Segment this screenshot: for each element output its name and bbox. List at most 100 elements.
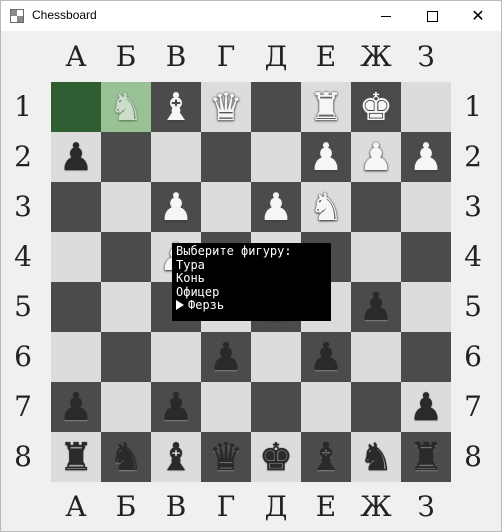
- square[interactable]: ♜: [301, 82, 351, 132]
- square[interactable]: [401, 332, 451, 382]
- square[interactable]: ♚: [351, 82, 401, 132]
- square[interactable]: [401, 232, 451, 282]
- black-rook-icon[interactable]: ♜: [409, 438, 443, 476]
- file-label-bottom: А: [65, 490, 87, 523]
- square[interactable]: [251, 332, 301, 382]
- square[interactable]: ♛: [201, 432, 251, 482]
- square[interactable]: [51, 232, 101, 282]
- rank-label-left: 7: [14, 390, 32, 423]
- square[interactable]: ♟: [301, 332, 351, 382]
- black-rook-icon[interactable]: ♜: [59, 438, 93, 476]
- square[interactable]: ♞: [101, 82, 151, 132]
- promotion-option-label: Ферзь: [188, 298, 225, 312]
- square[interactable]: [351, 332, 401, 382]
- black-pawn-icon[interactable]: ♟: [359, 288, 393, 326]
- square[interactable]: ♟: [151, 382, 201, 432]
- square[interactable]: [201, 182, 251, 232]
- square[interactable]: ♚: [251, 432, 301, 482]
- square[interactable]: ♟: [401, 382, 451, 432]
- square[interactable]: [351, 232, 401, 282]
- black-bishop-icon[interactable]: ♝: [309, 438, 343, 476]
- square[interactable]: [101, 132, 151, 182]
- square[interactable]: [101, 282, 151, 332]
- square[interactable]: [101, 232, 151, 282]
- black-queen-icon[interactable]: ♛: [209, 438, 243, 476]
- square[interactable]: ♟: [151, 182, 201, 232]
- promotion-menu[interactable]: Выберите фигуру: Тура Конь Офицер Ферзь: [172, 243, 331, 321]
- white-bishop-icon[interactable]: ♝: [159, 88, 193, 126]
- square[interactable]: [51, 282, 101, 332]
- white-knight-icon[interactable]: ♞: [309, 188, 343, 226]
- white-knight-icon[interactable]: ♞: [109, 88, 143, 126]
- close-button[interactable]: ✕: [455, 1, 501, 31]
- black-bishop-icon[interactable]: ♝: [159, 438, 193, 476]
- square[interactable]: ♝: [151, 82, 201, 132]
- square[interactable]: [401, 282, 451, 332]
- white-pawn-icon[interactable]: ♟: [409, 138, 443, 176]
- square[interactable]: [251, 132, 301, 182]
- promotion-option[interactable]: Ферзь: [176, 298, 331, 313]
- square[interactable]: ♛: [201, 82, 251, 132]
- rank-label-left: 5: [14, 290, 32, 323]
- square[interactable]: [51, 182, 101, 232]
- square[interactable]: [51, 82, 101, 132]
- file-label-top: Д: [264, 40, 288, 73]
- square[interactable]: ♝: [151, 432, 201, 482]
- title-bar[interactable]: Chessboard ✕: [1, 1, 501, 31]
- square[interactable]: ♟: [351, 132, 401, 182]
- square[interactable]: ♟: [51, 382, 101, 432]
- square[interactable]: ♟: [401, 132, 451, 182]
- square[interactable]: [151, 332, 201, 382]
- square[interactable]: ♜: [51, 432, 101, 482]
- square[interactable]: ♟: [351, 282, 401, 332]
- file-label-bottom: Г: [216, 490, 236, 523]
- square[interactable]: ♞: [351, 432, 401, 482]
- white-pawn-icon[interactable]: ♟: [259, 188, 293, 226]
- square[interactable]: [251, 382, 301, 432]
- square[interactable]: [251, 82, 301, 132]
- square[interactable]: [101, 332, 151, 382]
- white-rook-icon[interactable]: ♜: [309, 88, 343, 126]
- rank-label-left: 3: [14, 190, 32, 223]
- black-knight-icon[interactable]: ♞: [109, 438, 143, 476]
- promotion-option[interactable]: Тура: [176, 258, 331, 273]
- black-pawn-icon[interactable]: ♟: [209, 338, 243, 376]
- black-pawn-icon[interactable]: ♟: [159, 388, 193, 426]
- promotion-option[interactable]: Конь: [176, 271, 331, 286]
- black-pawn-icon[interactable]: ♟: [409, 388, 443, 426]
- black-knight-icon[interactable]: ♞: [359, 438, 393, 476]
- black-king-icon[interactable]: ♚: [259, 438, 293, 476]
- promotion-option[interactable]: Офицер: [176, 285, 331, 300]
- white-king-icon[interactable]: ♚: [359, 88, 393, 126]
- square[interactable]: [401, 182, 451, 232]
- square[interactable]: [101, 382, 151, 432]
- square[interactable]: [401, 82, 451, 132]
- square[interactable]: [201, 132, 251, 182]
- square[interactable]: ♜: [401, 432, 451, 482]
- white-pawn-icon[interactable]: ♟: [159, 188, 193, 226]
- black-pawn-icon[interactable]: ♟: [59, 138, 93, 176]
- rank-label-right: 1: [464, 90, 482, 123]
- square[interactable]: [351, 382, 401, 432]
- square[interactable]: ♟: [251, 182, 301, 232]
- square[interactable]: [201, 382, 251, 432]
- square[interactable]: [351, 182, 401, 232]
- square[interactable]: ♞: [101, 432, 151, 482]
- white-pawn-icon[interactable]: ♟: [309, 138, 343, 176]
- square[interactable]: ♟: [51, 132, 101, 182]
- square[interactable]: ♞: [301, 182, 351, 232]
- square[interactable]: ♝: [301, 432, 351, 482]
- file-label-bottom: Е: [315, 490, 337, 523]
- white-pawn-icon[interactable]: ♟: [359, 138, 393, 176]
- square[interactable]: [101, 182, 151, 232]
- square[interactable]: ♟: [301, 132, 351, 182]
- black-pawn-icon[interactable]: ♟: [309, 338, 343, 376]
- black-pawn-icon[interactable]: ♟: [59, 388, 93, 426]
- maximize-button[interactable]: [409, 1, 455, 31]
- white-queen-icon[interactable]: ♛: [209, 88, 243, 126]
- square[interactable]: [301, 382, 351, 432]
- square[interactable]: [151, 132, 201, 182]
- square[interactable]: [51, 332, 101, 382]
- minimize-button[interactable]: [363, 1, 409, 31]
- square[interactable]: ♟: [201, 332, 251, 382]
